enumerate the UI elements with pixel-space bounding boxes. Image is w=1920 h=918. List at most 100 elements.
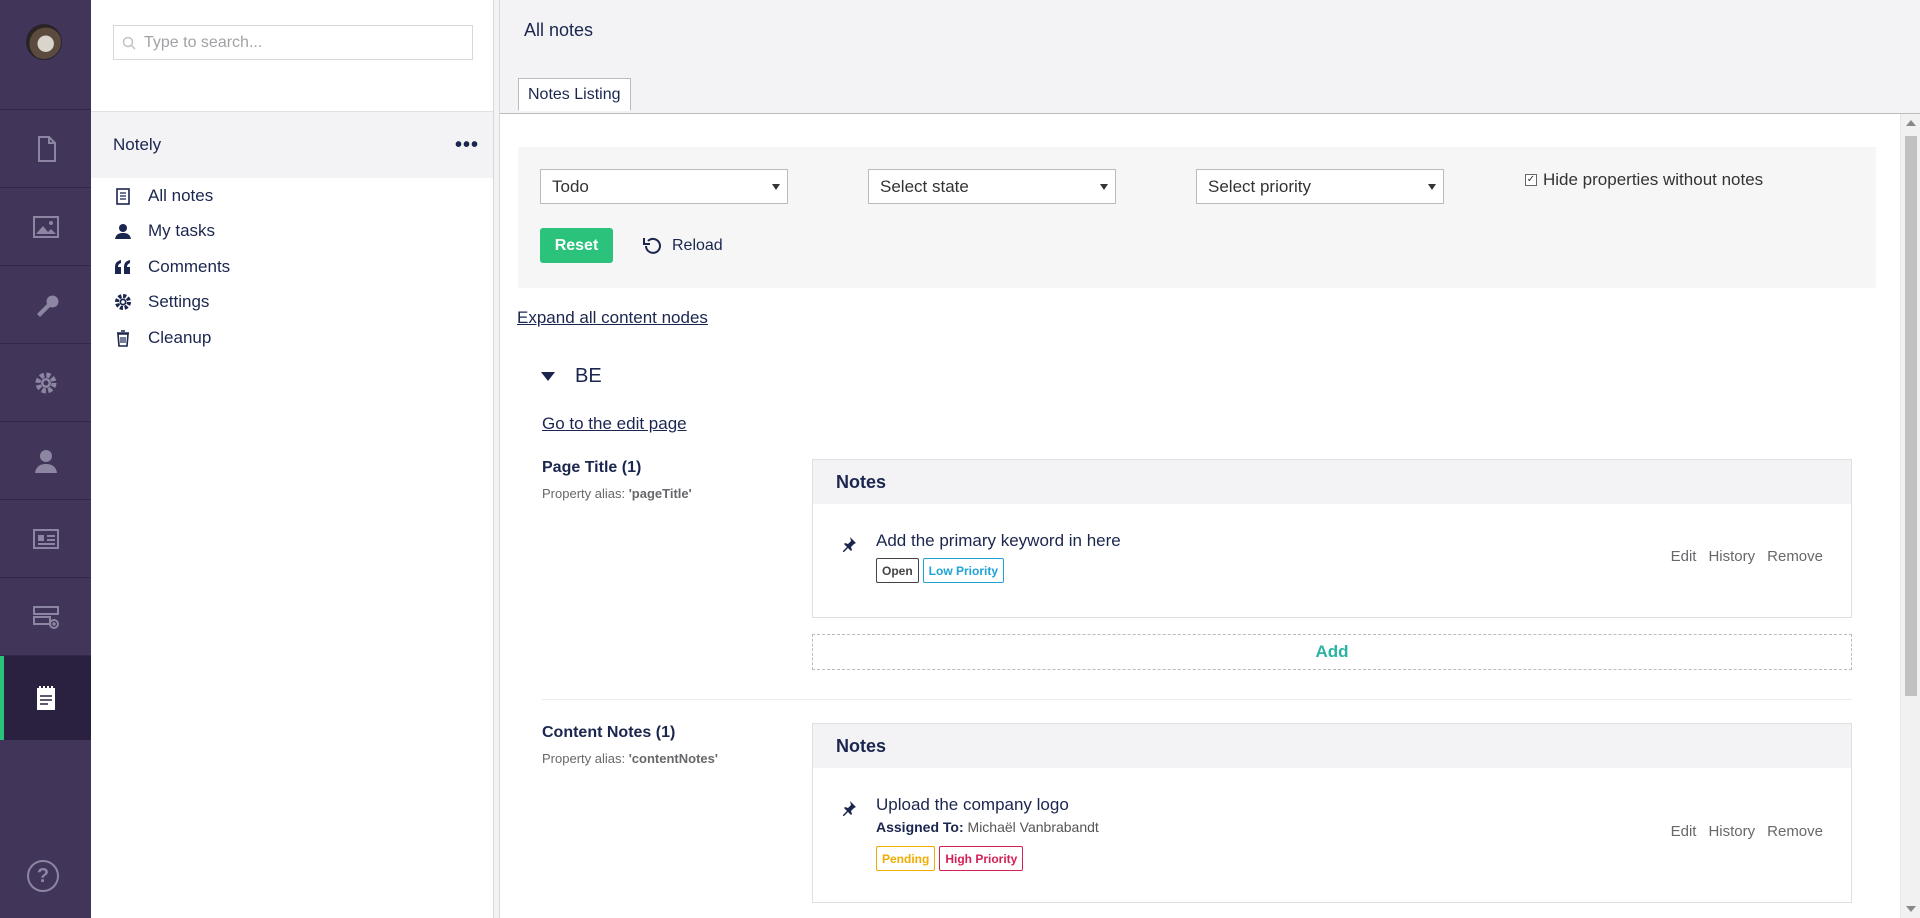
hide-empty-properties-toggle[interactable]: ✓ Hide properties without notes <box>1525 170 1763 190</box>
tab-notes-listing[interactable]: Notes Listing <box>518 78 631 111</box>
content-section-button[interactable] <box>0 109 91 187</box>
tree-item-label: Settings <box>148 292 210 312</box>
tree-header: Notely ••• <box>91 112 493 178</box>
tree-root-title[interactable]: Notely <box>113 135 161 155</box>
tree-item-label: Comments <box>148 256 231 276</box>
wrench-icon <box>36 295 58 317</box>
hide-empty-checkbox[interactable]: ✓ <box>1525 174 1537 186</box>
members-section-button[interactable] <box>0 499 91 577</box>
notes-header: Notes <box>813 724 1851 768</box>
alias-value: 'contentNotes' <box>628 751 718 766</box>
pin-icon <box>843 801 856 816</box>
tab-bar: Notes Listing <box>500 78 1920 114</box>
property-title: Content Notes (1) <box>542 724 676 741</box>
type-select[interactable]: Todo <box>540 169 788 204</box>
notes-box: Notes Add the primary keyword in here Op… <box>812 459 1852 618</box>
history-note-link[interactable]: History <box>1708 823 1755 840</box>
note-actions: Edit History Remove <box>1671 823 1823 840</box>
expand-all-link[interactable]: Expand all content nodes <box>517 308 708 328</box>
priority-select[interactable]: Select priority <box>1196 169 1444 204</box>
main-panel: All notes Notes Listing Todo Select stat… <box>500 0 1920 918</box>
packages-section-button[interactable] <box>0 343 91 421</box>
note-text[interactable]: Add the primary keyword in here <box>876 531 1121 551</box>
search-icon <box>122 36 136 50</box>
sections-rail: ? <box>0 0 91 918</box>
user-avatar[interactable] <box>26 24 62 60</box>
scrollbar-thumb[interactable] <box>1905 136 1917 696</box>
notes-header: Notes <box>813 460 1851 504</box>
gear-icon <box>35 372 56 393</box>
assigned-label: Assigned To: <box>876 819 964 835</box>
trash-icon <box>113 328 133 348</box>
tree-item-all-notes[interactable]: All notes <box>113 178 230 214</box>
edit-note-link[interactable]: Edit <box>1671 548 1697 565</box>
tree-item-label: All notes <box>148 185 214 205</box>
priority-select-value: Select priority <box>1208 176 1311 196</box>
document-icon <box>37 135 56 162</box>
tree-item-comments[interactable]: Comments <box>113 249 230 285</box>
status-badge: Pending <box>876 846 936 871</box>
reset-button[interactable]: Reset <box>540 228 613 263</box>
remove-note-link[interactable]: Remove <box>1767 823 1823 840</box>
go-to-edit-page-link[interactable]: Go to the edit page <box>542 414 687 434</box>
media-section-button[interactable] <box>0 187 91 265</box>
search-input[interactable] <box>144 33 464 52</box>
add-note-button[interactable]: Add <box>812 634 1852 670</box>
content-node-header[interactable]: BE <box>541 365 602 388</box>
forms-section-button[interactable] <box>0 577 91 655</box>
note-actions: Edit History Remove <box>1671 548 1823 565</box>
chevron-down-icon <box>772 184 780 190</box>
alias-prefix: Property alias: <box>542 751 629 766</box>
notes-listing-content: Todo Select state Select priority ✓ Hide… <box>500 114 1900 918</box>
property-alias: Property alias: 'pageTitle' <box>542 486 692 501</box>
search-box[interactable] <box>113 25 473 60</box>
filter-panel: Todo Select state Select priority ✓ Hide… <box>518 147 1876 288</box>
property-alias: Property alias: 'contentNotes' <box>542 751 718 766</box>
notebook-icon <box>113 186 133 206</box>
caret-down-icon[interactable] <box>541 372 555 381</box>
pin-icon <box>843 537 856 552</box>
alias-prefix: Property alias: <box>542 486 629 501</box>
image-icon <box>32 215 59 238</box>
assigned-user: Michaël Vanbrabandt <box>967 819 1099 835</box>
scroll-up-icon[interactable] <box>1906 120 1916 126</box>
more-options-icon[interactable]: ••• <box>455 135 479 155</box>
note-row: Upload the company logo Assigned To: Mic… <box>813 768 1851 902</box>
note-tags: Open Low Priority <box>876 558 1005 583</box>
note-text[interactable]: Upload the company logo <box>876 795 1069 815</box>
chevron-down-icon <box>1428 184 1436 190</box>
chevron-down-icon <box>1100 184 1108 190</box>
reload-icon <box>643 237 661 254</box>
scroll-down-icon[interactable] <box>1906 906 1916 912</box>
users-section-button[interactable] <box>0 421 91 499</box>
search-area <box>91 0 493 112</box>
note-tags: Pending High Priority <box>876 846 1024 871</box>
note-assignee: Assigned To: Michaël Vanbrabandt <box>876 819 1099 835</box>
edit-note-link[interactable]: Edit <box>1671 823 1697 840</box>
help-icon[interactable]: ? <box>27 860 59 892</box>
content-node-name: BE <box>575 365 602 387</box>
tree-item-settings[interactable]: Settings <box>113 285 230 321</box>
user-icon <box>34 449 57 473</box>
reload-button[interactable]: Reload <box>642 228 723 263</box>
reload-label: Reload <box>672 236 723 254</box>
property-divider <box>542 699 1852 700</box>
remove-note-link[interactable]: Remove <box>1767 548 1823 565</box>
user-icon <box>113 221 133 241</box>
tree-item-label: Cleanup <box>148 327 212 347</box>
priority-badge: High Priority <box>939 846 1024 871</box>
priority-badge: Low Priority <box>922 558 1005 583</box>
notepad-icon <box>36 686 55 710</box>
tree-item-my-tasks[interactable]: My tasks <box>113 214 230 250</box>
notes-box: Notes Upload the company logo Assigned T… <box>812 723 1852 903</box>
status-badge: Open <box>876 558 919 583</box>
history-note-link[interactable]: History <box>1708 548 1755 565</box>
state-select[interactable]: Select state <box>868 169 1116 204</box>
tree-items: All notes My tasks Comments Settings Cle… <box>113 178 230 356</box>
quote-icon <box>113 257 133 277</box>
hide-empty-label: Hide properties without notes <box>1543 170 1764 189</box>
notely-section-button[interactable] <box>0 655 91 740</box>
content-scrollbar[interactable] <box>1900 114 1920 918</box>
settings-section-button[interactable] <box>0 265 91 343</box>
tree-item-cleanup[interactable]: Cleanup <box>113 320 230 356</box>
